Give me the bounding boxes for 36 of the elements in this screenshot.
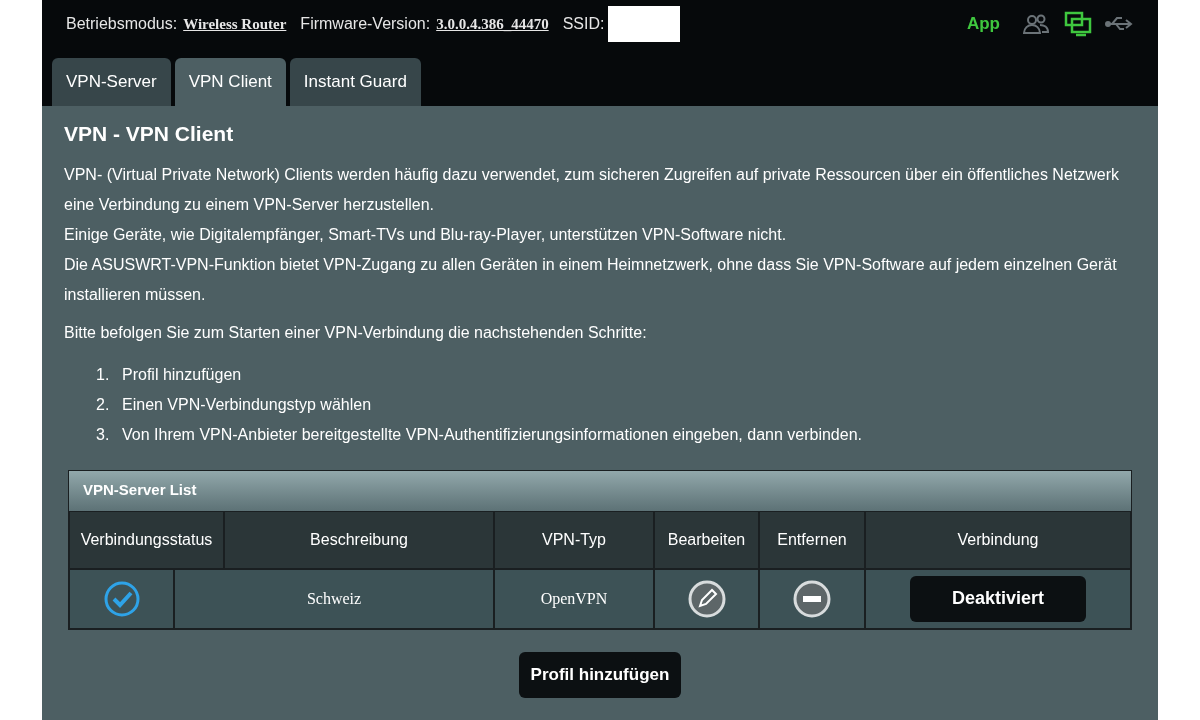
step-number: 2. (96, 394, 111, 415)
app-link[interactable]: App (966, 11, 1000, 37)
connection-button[interactable]: Deaktiviert (910, 575, 1086, 622)
monitor-icon[interactable] (1064, 11, 1092, 37)
table-cell: Schweiz (174, 568, 494, 629)
step-text: Einen VPN-Verbindungstyp wählen (122, 394, 372, 415)
column-header: Entfernen (759, 510, 865, 569)
column-header: VPN-Typ (494, 510, 654, 569)
column-header: Beschreibung (224, 510, 494, 569)
step-text: Von Ihrem VPN-Anbieter bereitgestellte VPN-Authentifizierungsinformationen eingeben, dann verbinden. (122, 424, 862, 445)
step-text: Profil hinzufügen (122, 364, 242, 385)
users-icon[interactable] (1022, 12, 1050, 36)
mode-label: Betriebsmodus: (66, 14, 178, 34)
column-header: Bearbeiten (654, 510, 759, 569)
add-profile-button[interactable]: Profil hinzufügen (518, 651, 682, 698)
firmware-link[interactable]: 3.0.0.4.386_44470 (436, 12, 549, 36)
intro-text: Bitte befolgen Sie zum Starten einer VPN-Verbindung die nachstehenden Schritte: (64, 322, 648, 343)
description-text: VPN- (Virtual Private Network) Clients werden häufig dazu verwendet, zum sicheren Zugreifen auf private Ressourcen über ein öffentliches Netzwerk eine Verbindung zu einem VPN-Server herzustellen. (64, 164, 1120, 215)
mode-link[interactable]: Wireless Router (183, 12, 287, 36)
edit-icon[interactable] (687, 579, 726, 618)
column-header: Verbindung (865, 510, 1131, 569)
tab[interactable]: VPN Client (174, 58, 286, 106)
firmware-label: Firmware-Version: (300, 14, 431, 34)
tab[interactable]: VPN-Server (52, 58, 171, 106)
tab[interactable]: Instant Guard (289, 58, 421, 106)
usb-icon[interactable] (1104, 15, 1134, 33)
description-text: Einige Geräte, wie Digitalempfänger, Smart-TVs und Blu-ray-Player, unterstützen VPN-Software nicht. (64, 224, 788, 245)
remove-icon[interactable] (793, 579, 831, 618)
column-header: Verbindungsstatus (69, 510, 224, 569)
step-number: 1. (96, 364, 111, 385)
page-title: VPN - VPN Client (64, 121, 235, 147)
ssid-label: SSID: (562, 14, 605, 34)
table-title: VPN-Server List (69, 470, 1131, 511)
description-text: Die ASUSWRT-VPN-Funktion bietet VPN-Zugang zu allen Geräten in einem Heimnetzwerk, ohne dass Sie VPN-Software auf jedem einzelnen Gerät installieren müssen. (64, 254, 1118, 305)
step-number: 3. (96, 424, 111, 445)
table-cell: OpenVPN (494, 568, 654, 629)
